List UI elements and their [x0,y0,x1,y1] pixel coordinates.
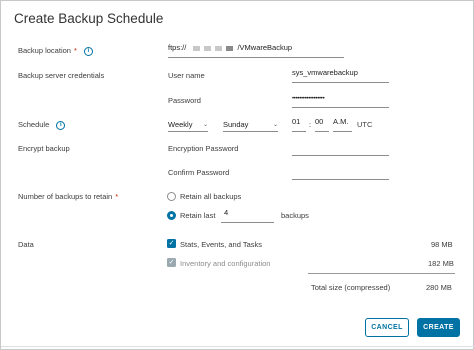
hour-input[interactable]: 01 [292,117,306,132]
minute-input[interactable]: 00 [315,117,329,132]
data-label: Data [18,240,34,249]
encryption-password-label: Encryption Password [168,144,239,153]
retain-count-input[interactable]: 4 [221,208,274,223]
total-size-value: 280 MB [426,283,452,292]
ampm-value: A.M. [333,117,349,126]
retain-last-radio[interactable] [167,211,176,220]
footer-divider [1,346,474,347]
stats-events-tasks-checkbox[interactable]: ✓ [167,239,176,248]
retain-all-label[interactable]: Retain all backups [180,192,241,201]
info-icon[interactable]: i [83,46,93,56]
retain-label-row: Number of backups to retain * [18,192,118,201]
inventory-configuration-checkbox: ✓ [167,258,176,267]
create-backup-schedule-dialog: Create Backup Schedule Backup location * i… [0,0,474,350]
frequency-value: Weekly [168,119,193,129]
password-value: •••••••••••••••••• [292,96,325,102]
backup-server-credentials-label: Backup server credentials [18,71,105,80]
retain-last-label[interactable]: Retain last [180,211,215,220]
encryption-password-input[interactable] [292,141,389,156]
redacted-block [226,45,234,51]
password-label: Password [168,96,201,105]
stats-events-tasks-label[interactable]: Stats, Events, and Tasks [180,240,262,249]
username-value: sys_vmwarebackup [292,68,358,77]
encrypt-backup-label: Encrypt backup [18,144,70,153]
username-label: User name [168,71,205,80]
retain-all-radio[interactable] [167,192,176,201]
total-size-label: Total size (compressed) [311,283,391,292]
timezone-label: UTC [357,120,373,129]
schedule-label-row: Schedule i [18,120,66,130]
required-marker: * [115,192,119,201]
confirm-password-label: Confirm Password [168,168,230,177]
required-marker: * [73,46,77,55]
cancel-button[interactable]: CANCEL [365,318,409,337]
backup-location-suffix: /VMwareBackup [237,43,293,52]
info-icon[interactable]: i [56,120,66,130]
redacted-block [204,45,212,51]
retain-label: Number of backups to retain [18,192,113,201]
backup-location-prefix: ftps:// [168,43,187,52]
chevron-down-icon: ⌄ [202,121,208,128]
backup-location-input[interactable]: ftps:// /VMwareBackup [168,43,344,58]
password-input[interactable]: •••••••••••••••••• [292,93,389,108]
total-divider [308,273,455,274]
chevron-down-icon: ⌄ [272,121,278,128]
confirm-password-input[interactable] [292,165,389,180]
stats-events-tasks-size: 98 MB [431,240,453,249]
dialog-title: Create Backup Schedule [14,11,164,26]
inventory-configuration-size: 182 MB [428,259,454,268]
redacted-block [215,45,223,51]
day-value: Sunday [223,119,249,129]
inventory-configuration-label: Inventory and configuration [180,259,271,268]
frequency-select[interactable]: Weekly ⌄ [168,117,208,132]
hour-value: 01 [292,117,301,126]
backup-location-label-row: Backup location * i [18,46,93,56]
time-separator: : [309,120,312,129]
ampm-select[interactable]: A.M. [333,117,352,132]
minute-value: 00 [315,117,324,126]
redacted-block [193,45,201,51]
day-select[interactable]: Sunday ⌄ [223,117,278,132]
schedule-label: Schedule [18,120,50,129]
backup-location-label: Backup location [18,46,71,55]
create-button[interactable]: CREATE [417,318,460,337]
username-input[interactable]: sys_vmwarebackup [292,68,389,83]
retain-count-value: 4 [224,208,229,217]
backups-suffix-label: backups [281,211,309,220]
